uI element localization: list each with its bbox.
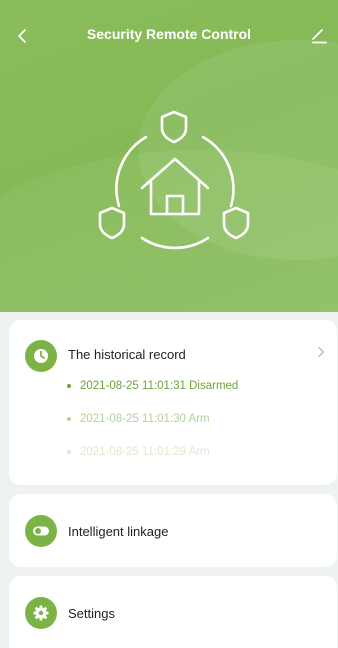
pencil-icon <box>312 29 327 44</box>
record-text: 2021-08-25 11:01:29 Arm <box>80 446 210 458</box>
page-title: Security Remote Control <box>86 26 252 42</box>
toggle-icon <box>25 515 57 547</box>
history-label: The historical record <box>68 347 186 362</box>
intelligent-linkage-card[interactable]: Intelligent linkage <box>9 494 337 567</box>
record-text: 2021-08-25 11:01:31 Disarmed <box>80 380 239 392</box>
history-record-item: 2021-08-25 11:01:29 Arm <box>67 445 238 478</box>
history-record-item: 2021-08-25 11:01:30 Arm <box>67 412 238 445</box>
top-bar: Security Remote Control <box>0 18 338 54</box>
record-dot <box>67 384 71 388</box>
back-button[interactable] <box>10 22 34 50</box>
intelligent-linkage-label: Intelligent linkage <box>68 524 169 539</box>
security-remote-control-screen: Security Remote Control The historical r… <box>0 0 338 648</box>
settings-card[interactable]: Settings <box>9 576 337 648</box>
chevron-left-icon <box>18 29 26 43</box>
record-dot <box>67 450 71 454</box>
history-record-item: 2021-08-25 11:01:31 Disarmed <box>67 379 238 412</box>
home-security-icon <box>98 110 250 250</box>
clock-icon <box>25 340 57 372</box>
gear-icon <box>25 597 57 629</box>
record-text: 2021-08-25 11:01:30 Arm <box>80 413 210 425</box>
history-record-list: 2021-08-25 11:01:31 Disarmed 2021-08-25 … <box>67 379 238 478</box>
history-card[interactable]: The historical record 2021-08-25 11:01:3… <box>9 320 337 485</box>
chevron-right-icon <box>318 346 325 358</box>
edit-button[interactable] <box>306 22 332 50</box>
record-dot <box>67 417 71 421</box>
settings-label: Settings <box>68 606 115 621</box>
hero-header: Security Remote Control <box>0 0 338 312</box>
